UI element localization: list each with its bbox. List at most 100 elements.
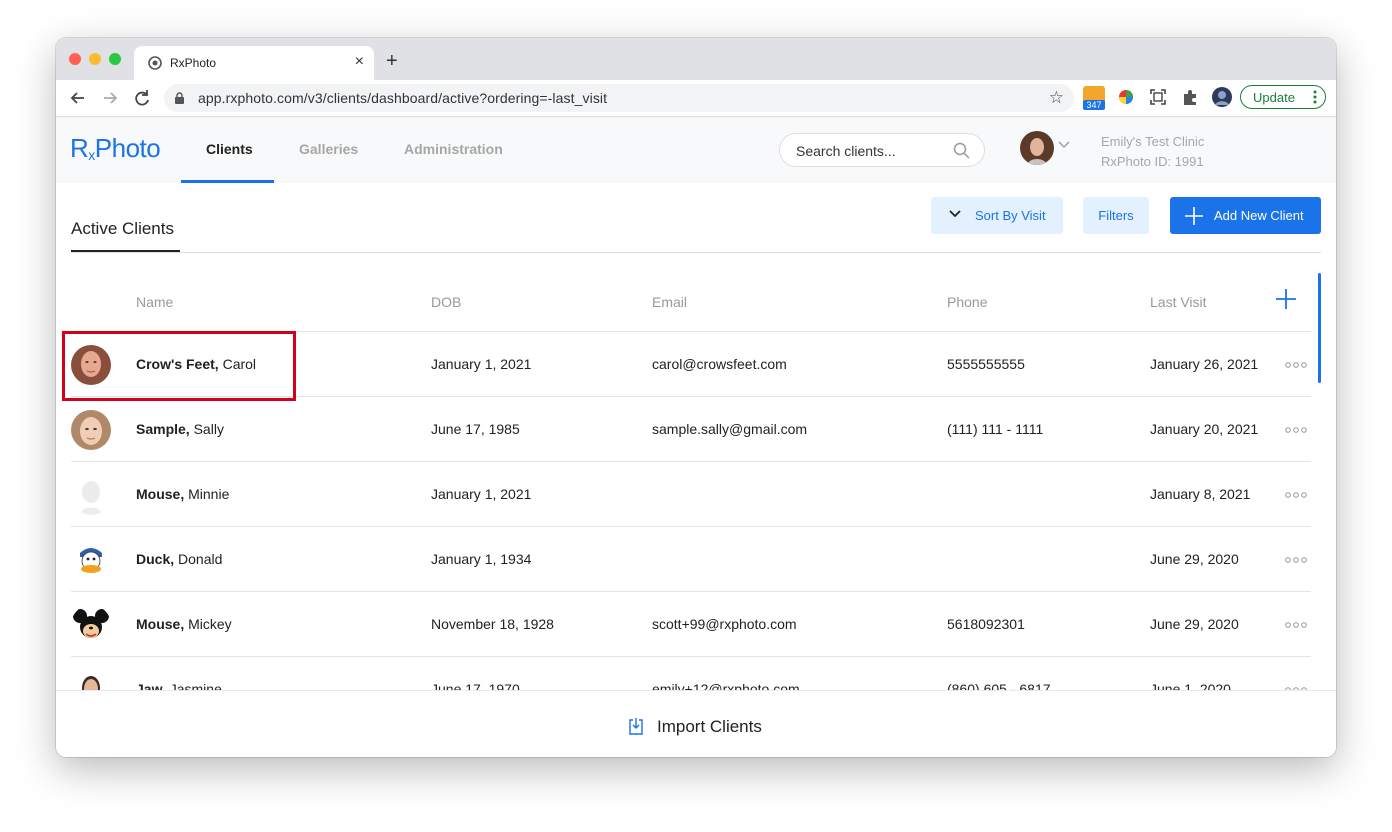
minimize-window-button[interactable] [89,53,101,65]
client-avatar [71,410,111,450]
table-row[interactable]: Mouse, Mickey November 18, 1928 scott+99… [71,591,1311,657]
close-window-button[interactable] [69,53,81,65]
new-tab-button[interactable]: + [386,51,398,71]
search-input[interactable] [794,142,948,160]
user-avatar[interactable] [1020,131,1054,165]
nav-tab-galleries[interactable]: Galleries [299,141,358,157]
tab-strip: RxPhoto × + [56,38,1336,80]
client-name[interactable]: Mouse, Mickey [136,616,232,632]
clinic-name: Emily's Test Clinic [1101,134,1205,149]
active-nav-indicator [181,180,274,183]
sort-by-visit-button[interactable]: Sort By Visit [931,197,1063,234]
client-email: sample.sally@gmail.com [652,421,808,437]
client-first-name: Mickey [184,616,232,632]
add-client-label: Add New Client [1214,208,1304,223]
client-last-visit: June 1, 2020 [1150,681,1231,690]
client-first-name: Sally [189,421,224,437]
table-row[interactable]: Jaw, Jasmine June 17, 1970 emily+12@rxph… [71,656,1311,690]
table-row[interactable]: Duck, Donald January 1, 1934 June 29, 20… [71,526,1311,592]
client-dob: January 1, 2021 [431,486,532,502]
client-dob: June 17, 1985 [431,421,520,437]
table-row[interactable]: Sample, Sally June 17, 1985 sample.sally… [71,396,1311,462]
client-email: carol@crowsfeet.com [652,356,787,372]
browser-window: RxPhoto × + app.rxphoto.com/v3/clients/d… [56,38,1336,757]
search-box[interactable] [779,133,985,167]
column-header-phone[interactable]: Phone [947,294,987,310]
client-name[interactable]: Mouse, Minnie [136,486,229,502]
screen-capture-icon[interactable] [1147,86,1169,108]
client-last-visit: January 26, 2021 [1150,356,1259,372]
column-header-last-visit[interactable]: Last Visit [1150,294,1207,310]
kebab-menu-icon [1313,90,1317,104]
app-header: RxPhoto Clients Galleries Administration… [56,117,1336,183]
rxphoto-favicon-icon [148,56,162,70]
table-scrollbar[interactable] [1318,273,1321,383]
import-clients-label[interactable]: Import Clients [657,717,762,737]
more-options-icon[interactable] [1285,427,1307,433]
client-first-name: Donald [174,551,223,567]
extension-badge-icon[interactable]: 347 [1083,86,1105,110]
rxphoto-logo[interactable]: RxPhoto [70,133,161,164]
client-last-visit: January 20, 2021 [1150,421,1259,437]
filters-button[interactable]: Filters [1083,197,1149,234]
color-wheel-icon[interactable] [1115,86,1137,108]
client-name[interactable]: Duck, Donald [136,551,222,567]
profile-avatar-icon[interactable] [1211,86,1233,108]
client-name[interactable]: Sample, Sally [136,421,224,437]
tab-title: RxPhoto [170,56,217,70]
browser-tab[interactable]: RxPhoto × [134,46,374,80]
client-avatar [71,540,111,580]
column-header-name[interactable]: Name [136,294,173,310]
logo-r: R [70,133,89,163]
table-row[interactable]: Mouse, Minnie January 1, 2021 January 8,… [71,461,1311,527]
more-options-icon[interactable] [1285,362,1307,368]
clinic-info: Emily's Test Clinic RxPhoto ID: 1991 [1101,132,1204,172]
back-arrow-icon[interactable] [67,87,89,109]
client-name[interactable]: Jaw, Jasmine [136,681,222,690]
client-last-name: Mouse, [136,486,185,502]
column-header-email[interactable]: Email [652,294,687,310]
page-title: Active Clients [71,219,174,238]
close-tab-icon[interactable]: × [355,53,364,71]
bookmark-star-icon[interactable]: ☆ [1049,88,1064,108]
address-bar[interactable]: app.rxphoto.com/v3/clients/dashboard/act… [164,84,1074,112]
more-options-icon[interactable] [1285,492,1307,498]
search-icon[interactable] [953,142,970,159]
sort-label: Sort By Visit [975,208,1046,223]
filters-label: Filters [1098,208,1134,223]
add-new-client-button[interactable]: Add New Client [1170,197,1321,234]
client-phone: 5555555555 [947,356,1025,372]
forward-arrow-icon[interactable] [99,87,121,109]
maximize-window-button[interactable] [109,53,121,65]
reload-icon[interactable] [131,87,153,109]
title-divider [71,252,1321,253]
client-first-name: Jasmine [165,681,222,690]
client-last-visit: January 8, 2021 [1150,486,1251,502]
plus-icon [1185,207,1203,225]
import-clients-bar[interactable]: Import Clients [56,690,1336,757]
add-column-plus-icon[interactable] [1275,288,1297,310]
client-dob: January 1, 1934 [431,551,532,567]
client-avatar [71,605,111,645]
client-last-name: Sample, [136,421,190,437]
nav-tab-administration[interactable]: Administration [404,141,503,157]
extensions-puzzle-icon[interactable] [1179,86,1201,108]
browser-toolbar: app.rxphoto.com/v3/clients/dashboard/act… [56,80,1336,117]
client-dob: June 17, 1970 [431,681,520,690]
more-options-icon[interactable] [1285,557,1307,563]
client-avatar [71,475,111,515]
client-last-name: Duck, [136,551,175,567]
update-button[interactable]: Update [1240,85,1326,109]
extension-badge-count: 347 [1083,100,1105,110]
more-options-icon[interactable] [1285,622,1307,628]
selection-highlight-box [62,331,296,401]
client-last-visit: June 29, 2020 [1150,551,1239,567]
chevron-down-icon [949,210,961,218]
client-first-name: Minnie [184,486,230,502]
update-label: Update [1253,90,1295,105]
client-email: emily+12@rxphoto.com [652,681,800,690]
column-header-dob[interactable]: DOB [431,294,461,310]
nav-tab-clients[interactable]: Clients [206,141,253,157]
chevron-down-icon[interactable] [1058,141,1070,149]
client-last-name: Jaw, [136,681,166,690]
